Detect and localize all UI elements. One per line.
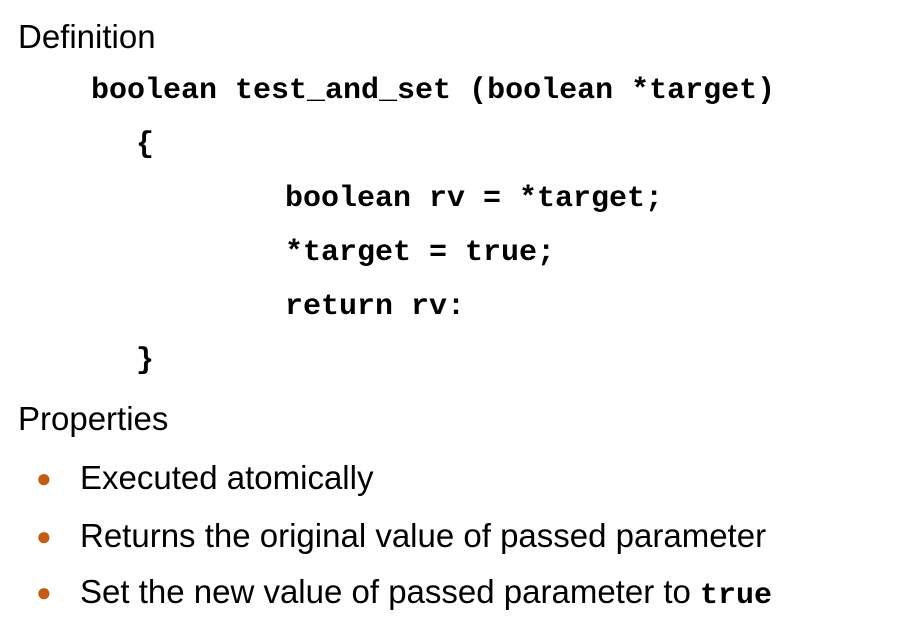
code-line-signature: boolean test_and_set (boolean *target): [91, 74, 776, 108]
code-line-close-brace: }: [136, 344, 155, 378]
code-line-open-brace: {: [136, 128, 155, 162]
code-line-assign-rv: boolean rv = *target;: [285, 182, 664, 216]
code-line-return: return rv:: [285, 290, 466, 324]
list-item-label: Set the new value of passed parameter to: [80, 573, 701, 610]
bullet-icon: ●: [36, 521, 52, 551]
list-item-text: Returns the original value of passed par…: [80, 517, 767, 554]
code-line-set-target: *target = true;: [285, 236, 556, 270]
list-item-text: Set the new value of passed parameter to…: [80, 572, 772, 616]
bullet-icon: ●: [36, 577, 52, 607]
definition-heading: Definition: [18, 18, 156, 55]
inline-code-true: true: [700, 579, 773, 613]
list-item-text: Executed atomically: [80, 459, 374, 496]
bullet-icon: ●: [36, 463, 52, 493]
properties-heading: Properties: [18, 400, 169, 437]
